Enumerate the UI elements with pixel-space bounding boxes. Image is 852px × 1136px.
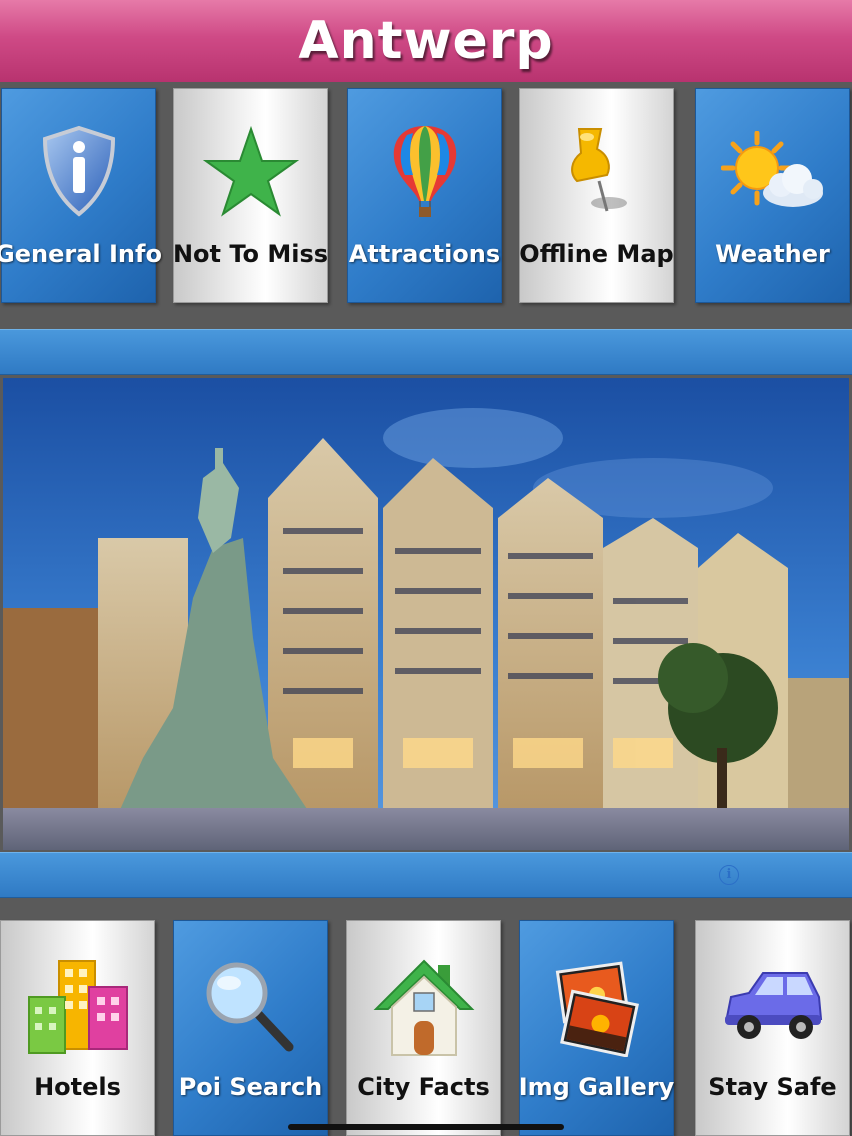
house-icon (373, 959, 474, 1056)
tile-label: Poi Search (178, 1073, 323, 1101)
general-info-button[interactable]: General Info (0, 88, 162, 303)
magnifier-icon (206, 962, 293, 1052)
home-indicator[interactable] (288, 1124, 564, 1130)
hotels-button[interactable]: Hotels (0, 920, 155, 1136)
app-header: Antwerp (0, 0, 852, 82)
img-gallery-button[interactable]: Img Gallery (519, 920, 674, 1136)
info-icon[interactable]: i (719, 865, 739, 885)
star-icon (202, 125, 299, 217)
car-icon (724, 972, 822, 1039)
app-title: Antwerp (298, 11, 554, 71)
tile-label: Offline Map (519, 240, 674, 268)
photos-icon (555, 961, 639, 1057)
sun-cloud-icon (720, 131, 823, 207)
buildings-icon (27, 960, 128, 1054)
poi-search-button[interactable]: Poi Search (173, 920, 328, 1136)
pushpin-icon (570, 128, 627, 212)
tile-label: Attractions (348, 240, 501, 268)
attractions-button[interactable]: Attractions (347, 88, 502, 303)
offline-map-button[interactable]: Offline Map (519, 88, 674, 303)
not-to-miss-button[interactable]: Not To Miss (173, 88, 328, 303)
tile-label: Img Gallery (518, 1073, 675, 1101)
hero-image (3, 378, 849, 850)
grote-markt-photo (3, 378, 849, 850)
tile-label: Weather (715, 240, 830, 268)
banner-bar-top (0, 329, 852, 375)
city-facts-button[interactable]: City Facts (346, 920, 501, 1136)
tile-label: Hotels (34, 1073, 121, 1101)
stay-safe-button[interactable]: Stay Safe (695, 920, 850, 1136)
tile-label: Not To Miss (172, 240, 329, 268)
hot-air-balloon-icon (393, 126, 456, 217)
tile-label: City Facts (357, 1073, 490, 1101)
info-shield-icon (42, 125, 115, 217)
tile-label: General Info (0, 240, 162, 268)
weather-button[interactable]: Weather (695, 88, 850, 303)
tile-label: Stay Safe (708, 1073, 837, 1101)
